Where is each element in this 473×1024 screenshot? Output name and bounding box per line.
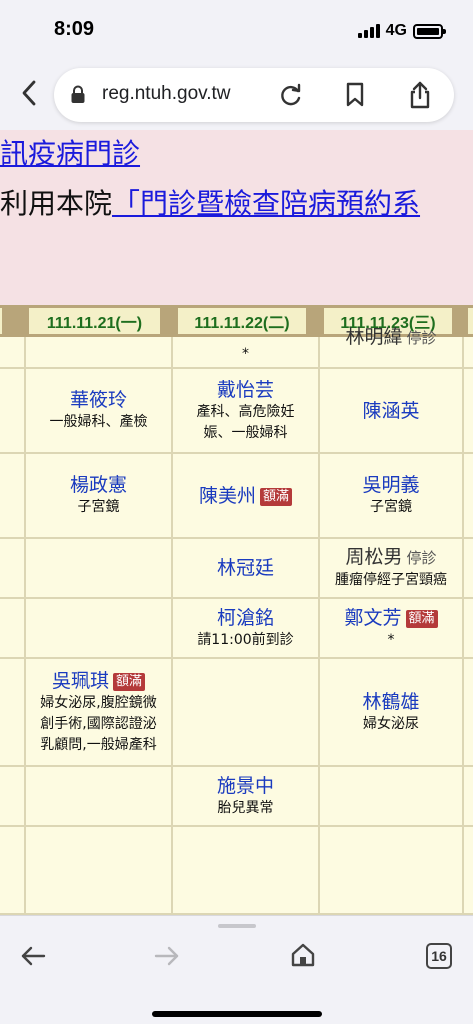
specialty: 產科、高危險妊 — [196, 403, 295, 420]
date-header-tue: 111.11.22(二) — [178, 308, 306, 334]
lock-icon — [70, 85, 86, 109]
schedule-cell: 鄭文芳 額滿 * — [320, 599, 462, 657]
full-badge: 額滿 — [260, 487, 293, 506]
visitor-booking-link[interactable]: 「門診暨檢查陪病預約系 — [112, 187, 420, 220]
home-icon[interactable] — [290, 942, 316, 972]
doctor-link[interactable]: 華筱玲 — [70, 388, 127, 412]
doctor-name: 鄭文芳 額滿 — [344, 606, 438, 630]
browser-bottom-bar: 16 — [0, 915, 473, 1024]
signal-icon — [357, 24, 380, 38]
note-mark: * — [242, 345, 249, 362]
specialty: 子宮鏡 — [370, 499, 412, 515]
web-page: 訊疫病門診 利用本院「門診暨檢查陪病預約系 111.11.21(一) 111.1… — [0, 130, 473, 915]
specialty: 婦女泌尿,腹腔鏡微 — [40, 694, 157, 711]
announcement-text: 利用本院 — [0, 187, 113, 220]
specialty: 娠、一般婦科 — [203, 424, 288, 441]
doctor-name: 陳美州 額滿 — [199, 484, 293, 508]
bookmark-icon[interactable] — [344, 82, 366, 112]
status-time: 8:09 — [54, 18, 95, 40]
specialty: 婦女泌尿 — [363, 715, 419, 732]
doctor-link[interactable]: 楊政憲 — [70, 473, 127, 497]
full-badge: 額滿 — [113, 672, 146, 691]
status-bar: 8:09 4G — [0, 0, 473, 60]
suspended-tag: 停診 — [406, 549, 437, 567]
doctor-link[interactable]: 吳明義 — [362, 473, 419, 497]
schedule-cell: 吳珮琪 額滿 婦女泌尿,腹腔鏡微 創手術,國際認證泌 乳顧問,一般婦產科 — [26, 659, 171, 765]
announcement-link-1[interactable]: 訊疫病門診 — [0, 132, 140, 172]
schedule-cell: 施景中 胎兒異常 — [173, 767, 318, 825]
schedule-cell: 林鶴雄 婦女泌尿 — [320, 659, 462, 765]
share-icon[interactable] — [408, 80, 432, 114]
date-header-next — [468, 308, 473, 334]
doctor-link[interactable]: 陳涵英 — [362, 399, 419, 423]
doctor-link[interactable]: 戴怡芸 — [217, 378, 274, 402]
schedule-cell: 柯滄銘 請11:00前到診 — [173, 599, 318, 657]
home-indicator — [152, 1011, 322, 1017]
specialty: 胎兒異常 — [217, 799, 274, 816]
schedule-cell: * — [173, 343, 318, 365]
toolbar-grip[interactable] — [218, 924, 256, 928]
doctor-name: 林明緯 停診 — [345, 325, 437, 348]
reload-icon[interactable] — [278, 82, 304, 112]
tab-switcher-button[interactable]: 16 — [426, 943, 452, 969]
schedule-cell: 楊政憲 子宮鏡 — [26, 454, 171, 537]
specialty: 一般婦科、產檢 — [49, 414, 148, 430]
doctor-link[interactable]: 施景中 — [217, 774, 274, 798]
schedule-cell: 戴怡芸 產科、高危險妊 娠、一般婦科 — [173, 369, 318, 452]
forward-arrow-icon[interactable] — [154, 944, 180, 972]
schedule-cell: 吳明義 子宮鏡 — [320, 454, 462, 537]
back-arrow-icon[interactable] — [20, 944, 46, 972]
schedule-cell: 周松男 停診 腫瘤停經子宮頸癌 — [320, 539, 462, 597]
url-text[interactable]: reg.ntuh.gov.tw — [102, 83, 231, 105]
specialty: 請11:00前到診 — [197, 631, 294, 648]
status-indicators: 4G — [357, 22, 446, 40]
specialty: 創手術,國際認證泌 — [40, 715, 157, 732]
schedule-grid: * 林明緯 停診 華筱玲 一般婦科、產檢 戴怡芸 產科、高危險妊 娠、一般婦科 陳… — [0, 326, 473, 915]
battery-icon — [413, 23, 446, 39]
specialty: 乳顧問,一般婦產科 — [40, 736, 157, 753]
doctor-name: 吳珮琪 額滿 — [52, 669, 146, 693]
address-bar[interactable]: reg.ntuh.gov.tw — [54, 68, 454, 122]
doctor-link[interactable]: 林鶴雄 — [362, 690, 419, 714]
doctor-link[interactable]: 林冠廷 — [217, 556, 274, 580]
specialty: 腫瘤停經子宮頸癌 — [335, 572, 447, 588]
browser-toolbar: reg.ntuh.gov.tw — [0, 60, 473, 130]
schedule-cell: 陳美州 額滿 — [173, 454, 318, 537]
announcement-banner: 訊疫病門診 利用本院「門診暨檢查陪病預約系 — [0, 130, 473, 305]
announcement-line-2: 利用本院「門診暨檢查陪病預約系 — [0, 182, 420, 222]
date-header-prev — [0, 308, 2, 334]
date-header-mon: 111.11.21(一) — [29, 308, 160, 334]
back-chevron-icon[interactable] — [12, 76, 46, 110]
specialty: 子宮鏡 — [77, 499, 120, 515]
schedule-cell: 林冠廷 — [173, 539, 318, 597]
doctor-link[interactable]: 柯滄銘 — [217, 606, 274, 630]
schedule-cell: 陳涵英 — [320, 369, 462, 452]
note-mark: * — [387, 631, 395, 648]
doctor-name: 周松男 停診 — [345, 546, 437, 568]
schedule-cell: 華筱玲 一般婦科、產檢 — [26, 369, 171, 452]
full-badge: 額滿 — [405, 609, 438, 628]
network-label: 4G — [385, 22, 407, 39]
schedule-cell: 林明緯 停診 — [320, 323, 462, 351]
